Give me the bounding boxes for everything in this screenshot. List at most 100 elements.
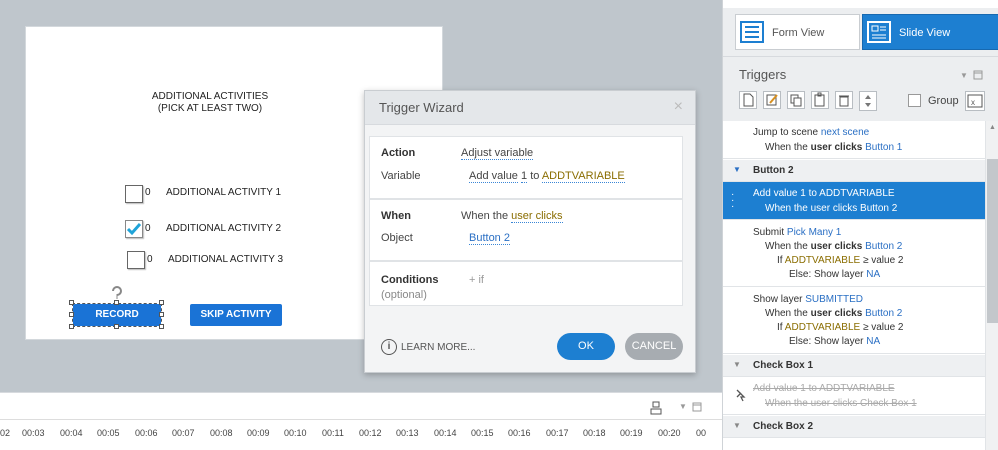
timeline-tick: 02 <box>0 428 11 438</box>
timeline-tick: 00:10 <box>284 428 307 438</box>
timeline-tick: 00:17 <box>546 428 569 438</box>
move-up-down-icon[interactable] <box>859 91 877 111</box>
action-dropdown[interactable]: Adjust variable <box>461 147 534 160</box>
conditions-section: Conditions (optional) + if <box>369 261 683 306</box>
learn-more-link[interactable]: LEARN MORE... <box>401 342 475 353</box>
panel-float-icon[interactable] <box>973 70 983 80</box>
activity-1-count: 0 <box>145 187 151 198</box>
resize-handle[interactable] <box>114 324 119 329</box>
slide-view-label: Slide View <box>899 27 951 39</box>
timeline-tick: 00:07 <box>172 428 195 438</box>
resize-handle[interactable] <box>69 300 74 305</box>
trigger-group-check-box-2[interactable]: ▼ Check Box 2 <box>723 416 985 438</box>
activity-2-count: 0 <box>145 223 151 234</box>
checkmark-icon <box>126 223 142 236</box>
timeline-tick: 00:05 <box>97 428 120 438</box>
edit-trigger-icon[interactable] <box>763 91 781 109</box>
timeline-tick: 00:18 <box>583 428 606 438</box>
resize-handle[interactable] <box>114 300 119 305</box>
paste-icon[interactable] <box>811 91 829 109</box>
timeline-tick: 00:04 <box>60 428 83 438</box>
timeline-tick: 00:13 <box>396 428 419 438</box>
trigger-group-check-box-1[interactable]: ▼ Check Box 1 <box>723 355 985 377</box>
activity-1-checkbox[interactable] <box>125 185 143 203</box>
triggers-title: Triggers <box>739 67 787 82</box>
activity-3-count: 0 <box>147 254 153 265</box>
panel-menu-icon[interactable]: ▼ <box>960 71 968 80</box>
object-dropdown[interactable]: Button 2 <box>469 232 510 245</box>
trigger-group-button-2[interactable]: ▼ Button 2 <box>723 160 985 182</box>
action-section: Action Adjust variable Variable Add valu… <box>369 136 683 199</box>
timeline[interactable]: ▼ 02 00:03 00:04 00:05 00:06 00:07 00:08… <box>0 392 722 450</box>
cancel-button[interactable]: CANCEL <box>625 333 683 360</box>
variables-icon[interactable]: x <box>965 91 985 111</box>
delete-icon[interactable] <box>835 91 853 109</box>
group-checkbox[interactable] <box>908 94 921 107</box>
drag-handle-icon[interactable]: · · · <box>731 190 734 212</box>
timeline-tool-icon[interactable] <box>649 401 663 415</box>
scroll-up-icon[interactable]: ▲ <box>989 124 996 131</box>
timeline-menu-icon[interactable]: ▼ <box>679 402 687 411</box>
timeline-tick: 00:08 <box>210 428 233 438</box>
when-label: When <box>381 210 411 222</box>
timeline-tick: 00:20 <box>658 428 681 438</box>
form-view-icon <box>740 21 764 43</box>
timeline-float-icon[interactable] <box>692 402 702 412</box>
expand-icon[interactable]: ▼ <box>733 165 741 174</box>
activity-2-checkbox[interactable] <box>125 220 143 238</box>
trigger-item[interactable]: Submit Pick Many 1 When the user clicks … <box>723 221 985 287</box>
timeline-tick: 00:14 <box>434 428 457 438</box>
resize-handle[interactable] <box>159 312 164 317</box>
when-value[interactable]: When the user clicks <box>461 210 563 223</box>
timeline-tick: 00:19 <box>620 428 643 438</box>
ok-button[interactable]: OK <box>557 333 615 360</box>
timeline-ruler-line <box>0 419 722 420</box>
panel-divider <box>723 56 998 57</box>
timeline-tick: 00:11 <box>322 428 344 438</box>
panel-top-strip <box>723 0 998 8</box>
conditions-label: Conditions <box>381 274 439 286</box>
slide-title: ADDITIONAL ACTIVITIES (PICK AT LEAST TWO… <box>151 91 269 114</box>
skip-activity-button[interactable]: SKIP ACTIVITY <box>190 304 282 326</box>
form-view-label: Form View <box>772 27 825 39</box>
triggers-scrollbar[interactable]: ▲ <box>985 121 998 450</box>
group-label: Group <box>928 95 959 107</box>
trigger-item[interactable]: Jump to scene next scene When the user c… <box>723 121 985 159</box>
trigger-item[interactable]: Show layer SUBMITTED When the user click… <box>723 288 985 354</box>
scrollbar-thumb[interactable] <box>987 159 998 323</box>
dialog-header: Trigger Wizard × <box>365 91 695 125</box>
info-icon[interactable]: i <box>381 339 397 355</box>
trigger-item-disabled[interactable]: Add value 1 to ADDTVARIABLE When the use… <box>723 377 985 415</box>
disabled-trigger-icon <box>736 389 746 402</box>
timeline-tick: 00:16 <box>508 428 531 438</box>
rotate-handle-icon[interactable] <box>110 281 124 299</box>
activity-3-checkbox[interactable] <box>127 251 145 269</box>
timeline-tick: 00:09 <box>247 428 270 438</box>
expand-icon[interactable]: ▼ <box>733 360 741 369</box>
timeline-tick: 00:15 <box>471 428 494 438</box>
copy-icon[interactable] <box>787 91 805 109</box>
when-section: When When the user clicks Object Button … <box>369 199 683 261</box>
slide-view-icon <box>867 21 891 43</box>
resize-handle[interactable] <box>159 324 164 329</box>
close-icon[interactable]: × <box>674 98 683 116</box>
variable-value[interactable]: Add value 1 to ADDTVARIABLE <box>469 170 625 183</box>
expand-icon[interactable]: ▼ <box>733 421 741 430</box>
resize-handle[interactable] <box>69 312 74 317</box>
object-label: Object <box>381 232 413 244</box>
action-label: Action <box>381 147 416 159</box>
dialog-title: Trigger Wizard <box>379 100 464 115</box>
svg-text:x: x <box>971 98 975 107</box>
new-trigger-icon[interactable] <box>739 91 757 109</box>
add-if-link[interactable]: + if <box>469 274 484 286</box>
record-activity-button[interactable]: RECORD ACTIVITY <box>73 304 161 342</box>
trigger-item-selected[interactable]: · · · Add value 1 to ADDTVARIABLE When the… <box>723 182 985 220</box>
resize-handle[interactable] <box>159 300 164 305</box>
timeline-tick: 00:06 <box>135 428 158 438</box>
activity-3-label: ADDITIONAL ACTIVITY 3 <box>168 254 284 265</box>
slide-stage: ADDITIONAL ACTIVITIES (PICK AT LEAST TWO… <box>0 0 722 392</box>
resize-handle[interactable] <box>69 324 74 329</box>
activity-2-label: ADDITIONAL ACTIVITY 2 <box>166 223 282 234</box>
form-view-button[interactable]: Form View <box>735 14 860 50</box>
slide-view-button[interactable]: Slide View <box>862 14 998 50</box>
